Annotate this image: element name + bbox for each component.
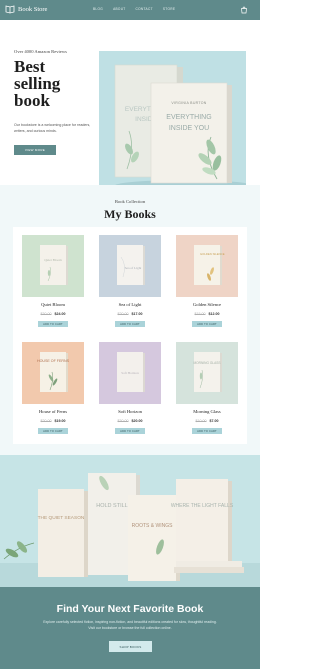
book-card: HOUSE OF FERNS House of Ferns $20.00 $19.… <box>22 342 88 442</box>
collection-title: My Books <box>104 207 156 221</box>
front-book-title-1: EVERYTHING <box>166 114 211 121</box>
front-book-title-2: INSIDE YOU <box>169 125 209 132</box>
book-card: Soft Horizon Soft Horizon $30.00 $20.00 A… <box>99 342 165 442</box>
current-price: $19.00 <box>54 419 66 423</box>
add-to-cart-button[interactable]: ADD TO CART <box>192 428 222 434</box>
main-nav: BLOG ABOUT CONTACT STORE <box>93 7 175 11</box>
old-price: $30.00 <box>117 419 129 423</box>
cover-text: Sea of Light <box>125 266 142 270</box>
cta-section: Find Your Next Favorite Book Explore car… <box>0 587 260 669</box>
book-collection-section: Book Collection My Books Quiet Bloom Qui… <box>0 185 260 455</box>
book-grid: Quiet Bloom Quiet Bloom $30.00 $24.00 ADD… <box>13 227 247 444</box>
current-price: $12.00 <box>208 312 220 316</box>
book-cover-image[interactable]: Quiet Bloom <box>22 235 84 297</box>
book-price: $20.00 $17.00 <box>99 312 161 316</box>
hero-title: Best selling book <box>14 57 61 110</box>
cover-text: Quiet Bloom <box>44 258 62 262</box>
book-title: Soft Horizon <box>118 409 142 414</box>
nav-link-blog[interactable]: BLOG <box>93 7 103 11</box>
book-title: Morning Glass <box>193 409 221 414</box>
add-to-cart-button[interactable]: ADD TO CART <box>115 321 145 327</box>
hero-description: Our bookstore is a welcoming place for r… <box>14 123 91 133</box>
cover-text: HOUSE OF FERNS <box>37 359 70 363</box>
front-book-author: VIRGINIA BURTON <box>171 101 206 105</box>
shop-books-button[interactable]: SHOP BOOKS <box>109 641 152 652</box>
nav-link-about[interactable]: ABOUT <box>113 7 125 11</box>
book-cover-image[interactable]: GOLDEN SILENCE <box>176 235 238 297</box>
shopping-bag-icon[interactable] <box>240 6 248 14</box>
book-price: $30.00 $20.00 <box>99 419 161 423</box>
cta-description-line-1: Explore carefully selected fiction, insp… <box>43 620 217 624</box>
current-price: $17.00 <box>131 312 143 316</box>
book-price: $15.00 $12.00 <box>176 312 238 316</box>
book-cover-image[interactable]: MORNING GLASS <box>176 342 238 404</box>
book-title: Golden Silence <box>192 302 222 307</box>
book-title: Quiet Bloom <box>41 302 65 307</box>
hero-section: Over 4000 Amazon Reviews Best selling bo… <box>0 20 260 195</box>
top-nav-bar: Book Store BLOG ABOUT CONTACT STORE <box>0 0 260 20</box>
logo[interactable]: Book Store <box>5 4 47 14</box>
view-more-button[interactable]: VIEW MORE <box>14 145 56 155</box>
cover-text: MORNING GLASS <box>194 361 221 365</box>
logo-text: Book Store <box>18 5 48 13</box>
nav-link-contact[interactable]: CONTACT <box>136 7 153 11</box>
book-price: $30.00 $24.00 <box>22 312 84 316</box>
book-price: $20.00 $19.00 <box>22 419 84 423</box>
old-price: $15.00 <box>194 312 206 316</box>
book-price: $10.00 $7.00 <box>176 419 238 423</box>
old-price: $10.00 <box>195 419 207 423</box>
collection-kicker: Book Collection <box>114 199 146 204</box>
cta-title: Find Your Next Favorite Book <box>56 603 204 615</box>
cover-text: Soft Horizon <box>121 371 139 375</box>
current-price: $20.00 <box>131 419 143 423</box>
cta-description-line-2: Visit our bookstore or browse the full c… <box>88 625 172 630</box>
book-cover-image[interactable]: Soft Horizon <box>99 342 161 404</box>
book-icon <box>5 5 15 14</box>
old-price: $30.00 <box>40 312 52 316</box>
book-title: Sea of Light <box>118 302 142 307</box>
old-price: $20.00 <box>40 419 52 423</box>
add-to-cart-button[interactable]: ADD TO CART <box>38 428 68 434</box>
book-cover-image[interactable]: HOUSE OF FERNS <box>22 342 84 404</box>
book-card: Sea of Light Sea of Light $20.00 $17.00 A… <box>99 235 165 335</box>
book-card: MORNING GLASS Morning Glass $10.00 $7.00 … <box>176 342 242 442</box>
add-to-cart-button[interactable]: ADD TO CART <box>38 321 68 327</box>
hero-book-image: EVERYTHING INSIDE VIRGINIA BURTON EVERYT… <box>99 51 246 195</box>
book-title: House of Ferns <box>38 409 68 414</box>
books-banner-image: THE QUIET SEASON HOLD STILL ROOTS & WING… <box>0 455 260 587</box>
book-cover-image[interactable]: Sea of Light <box>99 235 161 297</box>
banner-book-2: HOLD STILL <box>96 503 127 509</box>
nav-link-store[interactable]: STORE <box>163 7 175 11</box>
add-to-cart-button[interactable]: ADD TO CART <box>192 321 222 327</box>
current-price: $7.00 <box>209 419 219 423</box>
book-card: Quiet Bloom Quiet Bloom $30.00 $24.00 ADD… <box>22 235 88 335</box>
banner-book-4: WHERE THE LIGHT FALLS <box>171 503 234 509</box>
cta-description: Explore carefully selected fiction, insp… <box>20 620 240 631</box>
banner-book-1: THE QUIET SEASON <box>38 515 85 521</box>
hero-kicker: Over 4000 Amazon Reviews <box>14 49 67 54</box>
book-card: GOLDEN SILENCE Golden Silence $15.00 $12.… <box>176 235 242 335</box>
old-price: $20.00 <box>117 312 129 316</box>
banner-books-illustration: THE QUIET SEASON HOLD STILL ROOTS & WING… <box>0 455 260 587</box>
banner-book-3: ROOTS & WINGS <box>132 523 174 529</box>
cover-text: GOLDEN SILENCE <box>200 252 225 256</box>
add-to-cart-button[interactable]: ADD TO CART <box>115 428 145 434</box>
current-price: $24.00 <box>54 312 66 316</box>
hero-books-illustration: EVERYTHING INSIDE VIRGINIA BURTON EVERYT… <box>99 51 246 195</box>
